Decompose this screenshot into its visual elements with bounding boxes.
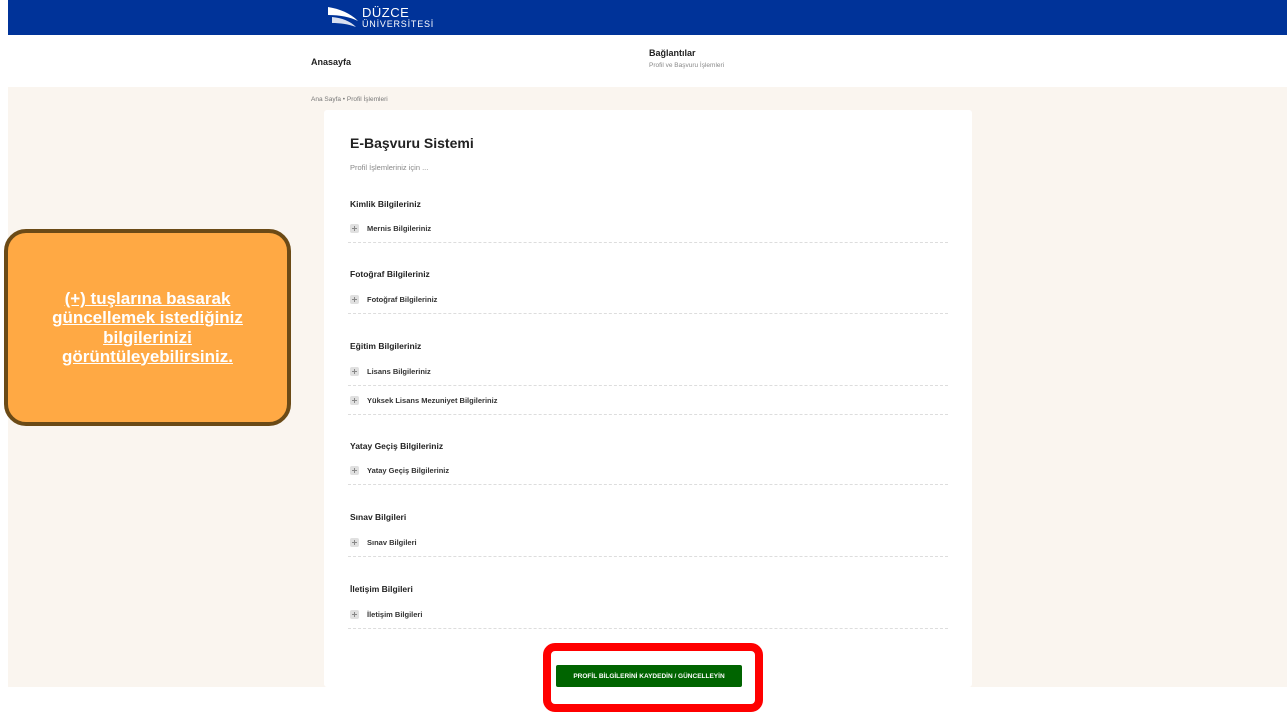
accordion-label: İletişim Bilgileri xyxy=(367,610,423,619)
nav-links-subtitle: Profil ve Başvuru İşlemleri xyxy=(649,62,725,69)
navigation-bar: Anasayfa Bağlantılar Profil ve Başvuru İ… xyxy=(8,35,1287,87)
accordion-row-lisans[interactable]: Lisans Bilgileriniz xyxy=(348,358,948,386)
section-title-yatay: Yatay Geçiş Bilgileriniz xyxy=(350,441,444,451)
logo-text: DÜZCE ÜNİVERSİTESİ xyxy=(362,6,434,29)
accordion-label: Sınav Bilgileri xyxy=(367,538,417,547)
accordion-row-iletisim[interactable]: İletişim Bilgileri xyxy=(348,601,948,629)
breadcrumb[interactable]: Ana Sayfa • Profil İşlemleri xyxy=(311,96,388,103)
top-header-bar: DÜZCE ÜNİVERSİTESİ xyxy=(8,0,1287,35)
plus-icon[interactable] xyxy=(350,295,359,304)
section-title-fotograf: Fotoğraf Bilgileriniz xyxy=(350,269,430,279)
accordion-label: Lisans Bilgileriniz xyxy=(367,367,431,376)
plus-icon[interactable] xyxy=(350,610,359,619)
callout-text: (+) tuşlarına basarak güncellemek istedi… xyxy=(52,289,243,366)
accordion-label: Yatay Geçiş Bilgileriniz xyxy=(367,466,450,475)
section-title-kimlik: Kimlik Bilgileriniz xyxy=(350,199,421,209)
section-title-sinav: Sınav Bilgileri xyxy=(350,512,407,522)
plus-icon[interactable] xyxy=(350,466,359,475)
nav-links-title: Bağlantılar xyxy=(649,48,696,58)
accordion-row-mernis[interactable]: Mernis Bilgileriniz xyxy=(348,215,948,243)
nav-links-menu[interactable]: Bağlantılar Profil ve Başvuru İşlemleri xyxy=(649,48,724,69)
logo-line-2: ÜNİVERSİTESİ xyxy=(362,18,435,29)
save-profile-button[interactable]: PROFİL BİLGİLERİNİ KAYDEDİN / GÜNCELLEYİ… xyxy=(556,665,742,687)
plus-icon[interactable] xyxy=(350,224,359,233)
accordion-row-sinav[interactable]: Sınav Bilgileri xyxy=(348,529,948,557)
plus-icon[interactable] xyxy=(350,396,359,405)
university-logo[interactable]: DÜZCE ÜNİVERSİTESİ xyxy=(326,2,434,32)
accordion-label: Yüksek Lisans Mezuniyet Bilgileriniz xyxy=(367,396,498,405)
accordion-row-yatay-gecis[interactable]: Yatay Geçiş Bilgileriniz xyxy=(348,457,948,485)
plus-icon[interactable] xyxy=(350,538,359,547)
accordion-row-yuksek-lisans[interactable]: Yüksek Lisans Mezuniyet Bilgileriniz xyxy=(348,387,948,415)
accordion-label: Mernis Bilgileriniz xyxy=(367,224,432,233)
section-title-iletisim: İletişim Bilgileri xyxy=(350,584,413,594)
e-basvuru-card: E-Başvuru Sistemi Profil İşlemleriniz iç… xyxy=(324,110,972,687)
logo-line-1: DÜZCE xyxy=(362,4,410,20)
section-title-egitim: Eğitim Bilgileriniz xyxy=(350,341,422,351)
nav-home-link[interactable]: Anasayfa xyxy=(311,57,351,67)
page-subtitle: Profil İşlemleriniz için ... xyxy=(350,163,429,172)
page-title: E-Başvuru Sistemi xyxy=(350,135,474,151)
plus-icon[interactable] xyxy=(350,367,359,376)
logo-swoosh-icon xyxy=(328,7,358,27)
instruction-callout: (+) tuşlarına basarak güncellemek istedi… xyxy=(4,229,291,426)
accordion-row-fotograf[interactable]: Fotoğraf Bilgileriniz xyxy=(348,286,948,314)
accordion-label: Fotoğraf Bilgileriniz xyxy=(367,295,438,304)
